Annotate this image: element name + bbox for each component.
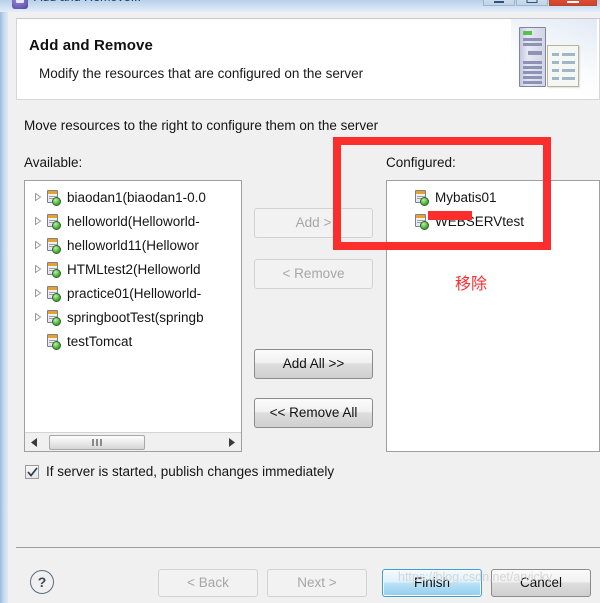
list-item[interactable]: helloworld11(Hellowor <box>25 233 241 257</box>
wizard-header: Add and Remove Modify the resources that… <box>16 18 600 100</box>
page-title: Add and Remove <box>29 37 153 54</box>
maximize-button[interactable] <box>516 0 548 6</box>
window-frame-left <box>0 12 8 603</box>
server-illustration <box>511 19 597 99</box>
expand-arrow-icon[interactable] <box>31 193 45 201</box>
list-item[interactable]: Mybatis01 <box>387 185 599 209</box>
expand-arrow-icon[interactable] <box>31 217 45 225</box>
window-title-bar[interactable]: Add and Remove... <box>0 0 600 12</box>
list-item[interactable]: testTomcat <box>25 329 241 353</box>
remove-all-button[interactable]: << Remove All <box>254 398 373 428</box>
expand-arrow-icon[interactable] <box>31 241 45 249</box>
dialog-window: Add and Remove... Add and Remove Modify … <box>0 0 600 603</box>
help-button[interactable]: ? <box>30 570 54 594</box>
available-label: Available: <box>24 155 83 170</box>
instruction-text: Move resources to the right to configure… <box>24 118 379 133</box>
publish-immediately-checkbox[interactable] <box>25 464 39 479</box>
list-item-label: practice01(Helloworld- <box>67 285 202 301</box>
add-all-button[interactable]: Add All >> <box>254 349 373 379</box>
remove-button[interactable]: < Remove <box>254 259 373 289</box>
publish-immediately-label: If server is started, publish changes im… <box>46 464 335 479</box>
web-module-icon <box>45 309 62 326</box>
list-item[interactable]: practice01(Helloworld- <box>25 281 241 305</box>
dialog-content: Add and Remove Modify the resources that… <box>8 12 600 603</box>
list-item-label: helloworld11(Hellowor <box>67 237 199 253</box>
minimize-button[interactable] <box>483 0 515 6</box>
expand-arrow-icon[interactable] <box>31 289 45 297</box>
add-button[interactable]: Add > <box>254 208 373 238</box>
maximize-icon <box>526 0 538 3</box>
window-controls <box>483 0 597 6</box>
available-list-items: biaodan1(biaodan1-0.0 helloworld(Hellowor… <box>25 185 241 353</box>
page-subtitle: Modify the resources that are configured… <box>39 66 364 81</box>
cancel-button[interactable]: Cancel <box>491 569 591 597</box>
scroll-left-arrow[interactable] <box>25 434 43 451</box>
next-button[interactable]: Next > <box>267 569 367 597</box>
list-item-label: springbootTest(springb <box>67 309 204 325</box>
list-item-label: HTMLtest2(Helloworld <box>67 261 201 277</box>
server-led <box>523 31 532 35</box>
list-item-label: helloworld(Helloworld- <box>67 213 200 229</box>
web-module-icon <box>45 333 62 350</box>
list-item[interactable]: helloworld(Helloworld- <box>25 209 241 233</box>
close-icon <box>567 1 579 3</box>
scroll-right-arrow[interactable] <box>223 434 241 451</box>
footer-divider <box>16 547 600 548</box>
document-icon <box>547 45 579 87</box>
list-item[interactable]: WEBSERVtest <box>387 209 599 233</box>
list-item[interactable]: springbootTest(springb <box>25 305 241 329</box>
configured-label: Configured: <box>386 155 456 170</box>
list-item-label: biaodan1(biaodan1-0.0 <box>67 189 206 205</box>
list-item-label: testTomcat <box>67 333 133 349</box>
configured-list-items: Mybatis01 WEBSERVtest <box>387 185 599 233</box>
configured-list[interactable]: Mybatis01 WEBSERVtest <box>386 180 600 452</box>
available-list[interactable]: biaodan1(biaodan1-0.0 helloworld(Hellowor… <box>24 180 242 452</box>
available-horizontal-scrollbar[interactable] <box>25 432 241 451</box>
horizontal-scroll-thumb[interactable] <box>49 434 145 450</box>
web-module-icon <box>45 189 62 206</box>
web-module-icon <box>45 237 62 254</box>
window-icon <box>12 0 28 9</box>
back-button[interactable]: < Back <box>158 569 258 597</box>
scrollbar-track[interactable] <box>43 434 223 451</box>
window-title: Add and Remove... <box>34 0 141 4</box>
list-item[interactable]: HTMLtest2(Helloworld <box>25 257 241 281</box>
minimize-icon <box>494 1 504 3</box>
list-item-label: Mybatis01 <box>435 189 497 205</box>
web-module-icon <box>45 213 62 230</box>
annotation-underline <box>428 211 472 220</box>
expand-arrow-icon[interactable] <box>31 313 45 321</box>
expand-arrow-icon[interactable] <box>31 265 45 273</box>
web-module-icon <box>45 285 62 302</box>
web-module-icon <box>45 261 62 278</box>
finish-button[interactable]: Finish <box>382 569 482 597</box>
annotation-note-text: 移除 <box>455 274 488 293</box>
list-item[interactable]: biaodan1(biaodan1-0.0 <box>25 185 241 209</box>
server-tower-icon <box>519 27 546 87</box>
close-button[interactable] <box>549 0 597 6</box>
checkmark-icon <box>27 466 38 477</box>
web-module-icon <box>413 189 430 206</box>
publish-immediately-row[interactable]: If server is started, publish changes im… <box>25 464 334 479</box>
